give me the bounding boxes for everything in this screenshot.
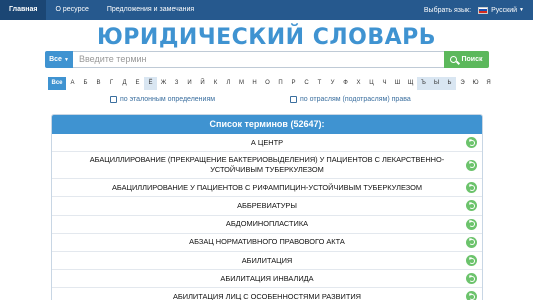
letter-link[interactable]: Ч	[378, 77, 391, 90]
list-item[interactable]: АБЗАЦ НОРМАТИВНОГО ПРАВОВОГО АКТА	[52, 234, 482, 252]
refresh-icon[interactable]	[466, 159, 477, 171]
refresh-icon[interactable]	[466, 200, 477, 212]
letter-link[interactable]: Д	[118, 77, 131, 90]
chevron-down-icon[interactable]: ▼	[519, 7, 524, 13]
letter-link[interactable]: К	[209, 77, 222, 90]
letter-link[interactable]: Ш	[391, 77, 404, 90]
list-item[interactable]: АББРЕВИАТУРЫ	[52, 197, 482, 216]
nav-item-0[interactable]: Главная	[0, 0, 47, 20]
term-label[interactable]: АББРЕВИАТУРЫ	[237, 201, 297, 211]
letter-link[interactable]: У	[326, 77, 339, 90]
refresh-icon[interactable]	[466, 255, 477, 267]
terms-list: А ЦЕНТР АБАЦИЛЛИРОВАНИЕ (ПРЕКРАЩЕНИЕ БАКТ…	[52, 134, 482, 300]
letter-link[interactable]: Щ	[404, 77, 417, 90]
list-item[interactable]: АБАЦИЛЛИРОВАНИЕ (ПРЕКРАЩЕНИЕ БАКТЕРИОВЫД…	[52, 152, 482, 180]
term-label[interactable]: АБИЛИТАЦИЯ	[242, 256, 293, 266]
refresh-icon[interactable]	[466, 273, 477, 285]
search-icon	[450, 56, 458, 63]
letter-link[interactable]: Ю	[469, 77, 482, 90]
search-input[interactable]: Введите термин	[73, 51, 444, 68]
letter-link[interactable]: Ф	[339, 77, 352, 90]
letter-link[interactable]: А	[66, 77, 79, 90]
letter-link[interactable]: З	[170, 77, 183, 90]
letter-link[interactable]: Ё	[144, 77, 157, 90]
letter-link[interactable]: Я	[482, 77, 495, 90]
letter-link[interactable]: Р	[287, 77, 300, 90]
letter-link[interactable]: С	[300, 77, 313, 90]
search-button[interactable]: Поиск	[444, 51, 489, 68]
list-item[interactable]: А ЦЕНТР	[52, 134, 482, 153]
list-item[interactable]: АБАЦИЛЛИРОВАНИЕ У ПАЦИЕНТОВ С РИФАМПИЦИН…	[52, 179, 482, 198]
letter-link[interactable]: Г	[105, 77, 118, 90]
list-item[interactable]: АБИЛИТАЦИЯ	[52, 252, 482, 271]
reference-definitions-label: по эталонным определениям	[120, 96, 216, 103]
term-label[interactable]: АБАЦИЛЛИРОВАНИЕ У ПАЦИЕНТОВ С РИФАМПИЦИН…	[112, 183, 422, 193]
letter-link[interactable]: Н	[248, 77, 261, 90]
nav-menu: Главная О ресурсе Предложения и замечания	[0, 0, 203, 20]
letter-link[interactable]: В	[92, 77, 105, 90]
term-label[interactable]: АБЗАЦ НОРМАТИВНОГО ПРАВОВОГО АКТА	[189, 237, 345, 247]
list-item[interactable]: АБИЛИТАЦИЯ ИНВАЛИДА	[52, 270, 482, 289]
top-navbar: Главная О ресурсе Предложения и замечания …	[0, 0, 533, 20]
letter-link[interactable]: П	[274, 77, 287, 90]
reference-definitions-checkbox[interactable]: по эталонным определениям	[110, 96, 215, 103]
letter-link[interactable]: М	[235, 77, 248, 90]
language-selector[interactable]: Выбрать язык: Русский ▼	[423, 6, 533, 14]
letter-link[interactable]: Л	[222, 77, 235, 90]
letter-link[interactable]: Й	[196, 77, 209, 90]
terms-list-header: Список терминов (52647):	[52, 115, 482, 134]
refresh-icon[interactable]	[466, 218, 477, 230]
list-item[interactable]: АБИЛИТАЦИЯ ЛИЦ С ОСОБЕННОСТЯМИ РАЗВИТИЯ	[52, 288, 482, 300]
page-title: ЮРИДИЧЕСКИЙ СЛОВАРЬ	[96, 25, 437, 50]
letter-link[interactable]: Ь	[443, 77, 456, 90]
letter-link[interactable]: И	[183, 77, 196, 90]
term-label[interactable]: А ЦЕНТР	[251, 138, 283, 148]
term-label[interactable]: АБДОМИНОПЛАСТИКА	[226, 219, 308, 229]
language-label: Выбрать язык:	[423, 6, 472, 14]
refresh-icon[interactable]	[466, 291, 477, 300]
terms-list-panel: Список терминов (52647): А ЦЕНТР АБАЦИЛЛИ…	[51, 114, 483, 300]
list-item[interactable]: АБДОМИНОПЛАСТИКА	[52, 216, 482, 234]
search-button-label: Поиск	[461, 56, 483, 63]
letter-link[interactable]: Б	[79, 77, 92, 90]
law-branches-label: по отраслям (подотраслям) права	[300, 96, 411, 103]
law-branches-checkbox[interactable]: по отраслям (подотраслям) права	[290, 96, 411, 103]
term-label[interactable]: АБИЛИТАЦИЯ ЛИЦ С ОСОБЕННОСТЯМИ РАЗВИТИЯ	[173, 292, 361, 300]
nav-item-2[interactable]: Предложения и замечания	[98, 0, 203, 20]
refresh-icon[interactable]	[466, 236, 477, 248]
letter-link[interactable]: Т	[313, 77, 326, 90]
search-scope-label: Все	[49, 56, 62, 63]
letter-link[interactable]: О	[261, 77, 274, 90]
language-value[interactable]: Русский	[491, 7, 517, 14]
letter-link[interactable]: Ц	[365, 77, 378, 90]
filter-options: по эталонным определениям по отраслям (п…	[0, 96, 533, 106]
checkbox-box[interactable]	[290, 96, 297, 103]
letter-link[interactable]: Ж	[157, 77, 170, 90]
letter-link[interactable]: Э	[456, 77, 469, 90]
refresh-icon[interactable]	[466, 182, 477, 194]
search-bar: Все ▼ Введите термин Поиск	[45, 51, 489, 68]
alphabet-filter: Все А Б В Г Д Е Ё Ж З И Й К Л М Н О П Р С Т У Ф Х Ц Ч Ш Щ Ъ Ы Ь Э Ю Я	[48, 77, 495, 90]
nav-item-1[interactable]: О ресурсе	[46, 0, 97, 20]
term-label[interactable]: АБАЦИЛЛИРОВАНИЕ (ПРЕКРАЩЕНИЕ БАКТЕРИОВЫД…	[76, 155, 458, 175]
chevron-down-icon: ▼	[63, 56, 69, 63]
search-scope-dropdown[interactable]: Все ▼	[45, 51, 73, 68]
checkbox-box[interactable]	[110, 96, 117, 103]
letter-link[interactable]: Ъ	[417, 77, 430, 90]
russia-flag-icon	[478, 6, 489, 14]
letter-link[interactable]: Х	[352, 77, 365, 90]
letter-all[interactable]: Все	[48, 77, 66, 90]
term-label[interactable]: АБИЛИТАЦИЯ ИНВАЛИДА	[220, 274, 313, 284]
refresh-icon[interactable]	[466, 137, 477, 149]
letter-link[interactable]: Ы	[430, 77, 443, 90]
letter-link[interactable]: Е	[131, 77, 144, 90]
